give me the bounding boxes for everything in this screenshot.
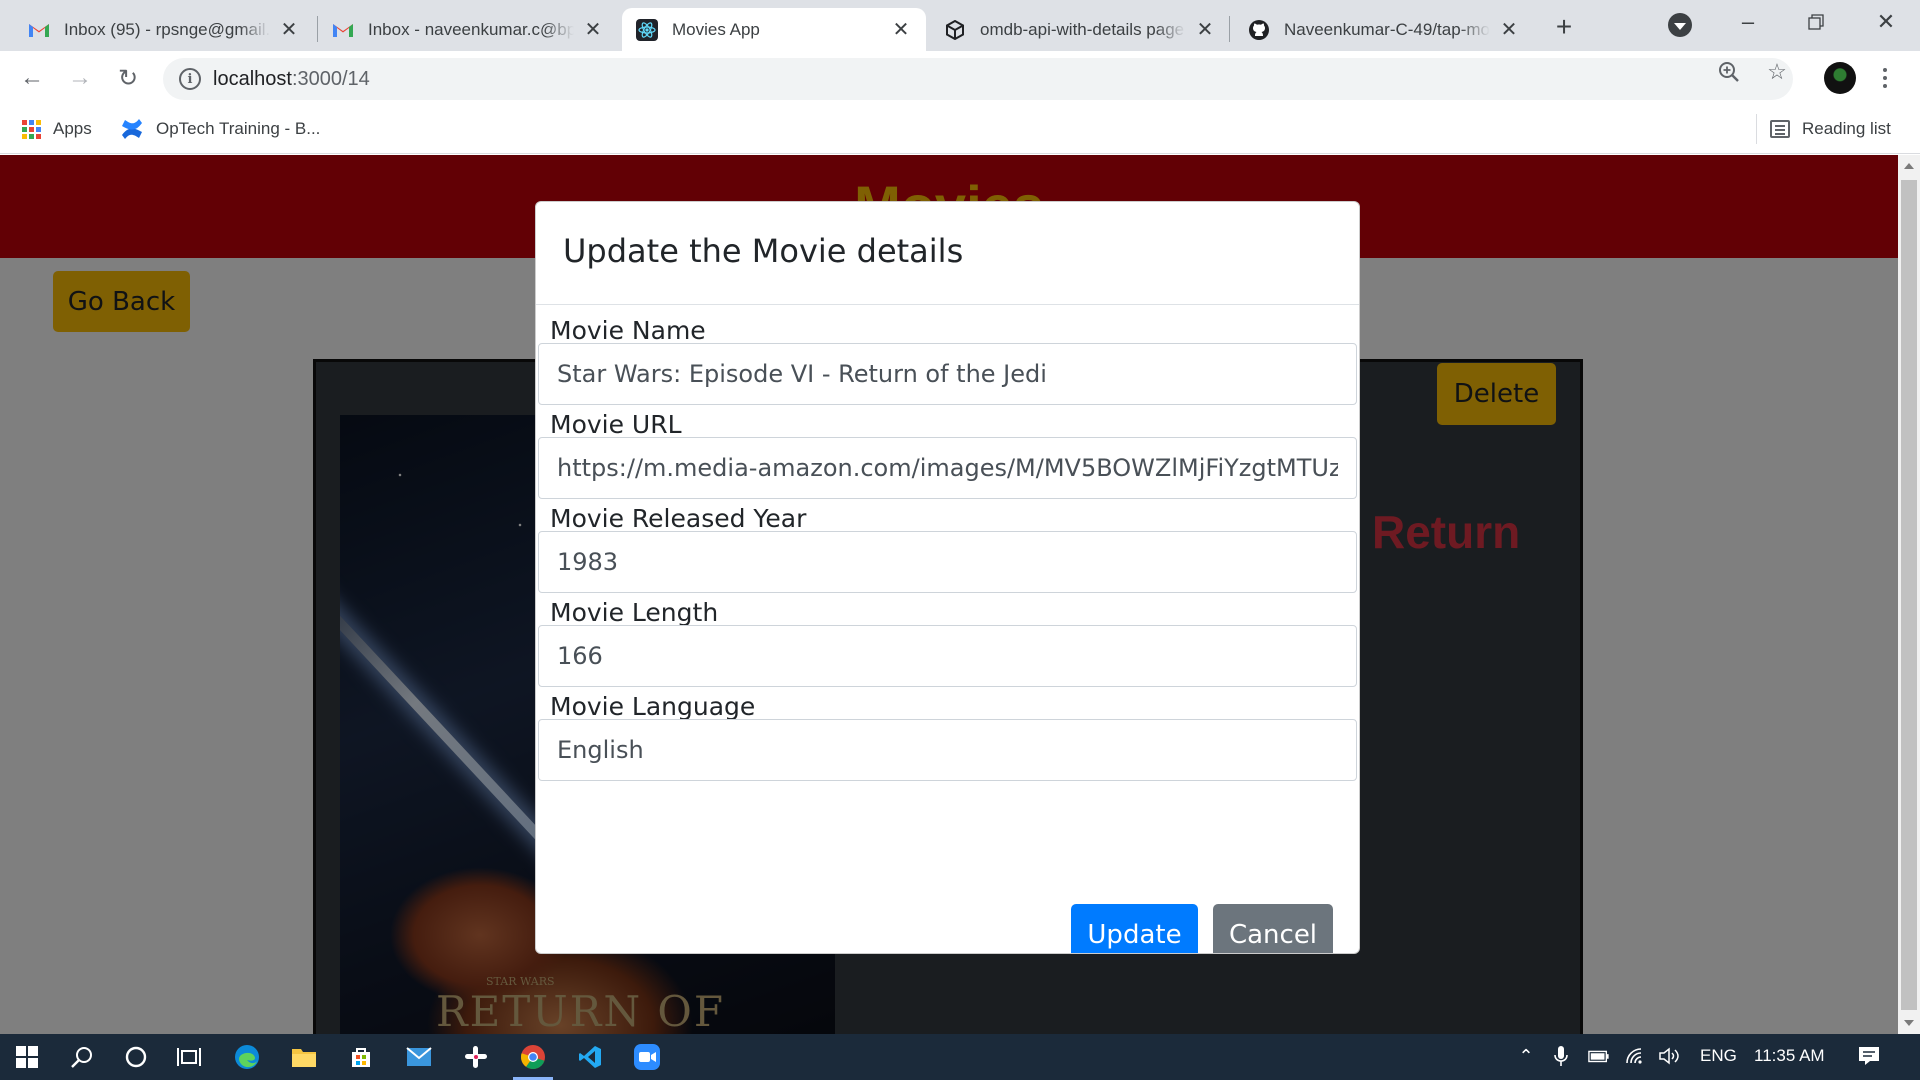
reading-list-button[interactable]: Reading list xyxy=(1770,115,1891,143)
file-explorer-icon[interactable] xyxy=(290,1043,318,1071)
menu-kebab-icon[interactable] xyxy=(1878,63,1892,93)
tab-title: Inbox - naveenkumar.c@bpmlinks.com xyxy=(368,19,574,39)
task-view-icon[interactable] xyxy=(175,1043,203,1071)
bookmark-label: OpTech Training - B... xyxy=(156,119,321,138)
page-viewport: Movies Go Back Delete STAR WARS RETURN O… xyxy=(0,155,1898,1034)
bookmarks-bar: Apps OpTech Training - B... Reading list xyxy=(0,105,1920,154)
movie-name-label: Movie Name xyxy=(550,316,706,345)
tab-title: Naveenkumar-C-49/tap-movies xyxy=(1284,19,1490,39)
mail-icon[interactable] xyxy=(405,1043,433,1071)
tab-title: Movies App xyxy=(672,19,760,39)
windows-start-icon[interactable] xyxy=(13,1043,41,1071)
movie-length-label: Movie Length xyxy=(550,598,719,627)
movie-year-label: Movie Released Year xyxy=(550,504,807,533)
bookmark-star-icon[interactable]: ☆ xyxy=(1765,59,1789,84)
clock[interactable]: 11:35 AM xyxy=(1754,1046,1825,1066)
language-indicator[interactable]: ENG xyxy=(1700,1046,1737,1066)
close-tab-icon[interactable]: ✕ xyxy=(1498,19,1520,41)
apps-grid-icon xyxy=(22,119,41,139)
battery-icon[interactable] xyxy=(1588,1045,1610,1067)
movie-language-label: Movie Language xyxy=(550,692,756,721)
notifications-icon[interactable] xyxy=(1858,1045,1880,1067)
tab-title: Inbox (95) - rpsnge@gmail.com - Gmail xyxy=(64,19,270,39)
new-tab-button[interactable]: + xyxy=(1549,11,1579,42)
tab-title: omdb-api-with-details page xyxy=(980,19,1185,39)
reading-list-icon xyxy=(1770,120,1790,138)
close-tab-icon[interactable]: ✕ xyxy=(582,19,604,41)
reload-icon[interactable]: ↻ xyxy=(113,63,143,93)
url-text: localhost:3000/14 xyxy=(213,68,370,90)
movie-language-input[interactable] xyxy=(538,719,1357,781)
bookmark-apps[interactable]: Apps xyxy=(22,115,92,143)
cortana-icon[interactable] xyxy=(122,1043,150,1071)
avatar[interactable] xyxy=(1824,62,1856,94)
windows-taskbar: ⌃ ENG 11:35 AM xyxy=(0,1034,1920,1080)
restore-icon[interactable] xyxy=(1796,8,1836,36)
bookmarks-divider xyxy=(1756,114,1757,144)
reading-list-label: Reading list xyxy=(1802,119,1891,138)
wifi-icon[interactable] xyxy=(1625,1045,1647,1067)
tab-github[interactable]: Naveenkumar-C-49/tap-movies ✕ xyxy=(1234,8,1534,51)
forward-arrow-icon[interactable]: → xyxy=(65,63,95,93)
react-icon xyxy=(636,18,658,41)
page-scrollbar[interactable] xyxy=(1898,155,1920,1034)
microphone-icon[interactable] xyxy=(1550,1045,1572,1067)
store-icon[interactable] xyxy=(347,1043,375,1071)
tab-gmail-work[interactable]: Inbox - naveenkumar.c@bpmlinks.com ✕ xyxy=(318,8,618,51)
close-window-icon[interactable]: ✕ xyxy=(1866,8,1906,36)
confluence-icon xyxy=(120,118,144,140)
browser-toolbar: ← → ↻ i localhost:3000/14 ☆ xyxy=(0,51,1920,105)
bookmark-label: Apps xyxy=(53,119,92,138)
scrollbar-thumb[interactable] xyxy=(1901,180,1917,1010)
tray-chevron-up-icon[interactable]: ⌃ xyxy=(1515,1045,1537,1067)
movie-url-label: Movie URL xyxy=(550,410,682,439)
chrome-icon[interactable] xyxy=(519,1043,547,1071)
minimize-icon[interactable]: – xyxy=(1728,8,1768,36)
gmail-icon xyxy=(28,19,50,41)
volume-icon[interactable] xyxy=(1658,1045,1680,1067)
back-arrow-icon[interactable]: ← xyxy=(17,63,47,93)
zoom-icon[interactable] xyxy=(1717,60,1741,84)
bookmark-optech[interactable]: OpTech Training - B... xyxy=(120,115,320,143)
gmail-icon xyxy=(332,19,354,41)
github-icon xyxy=(1248,19,1270,41)
slack-icon[interactable] xyxy=(462,1043,490,1071)
search-icon[interactable] xyxy=(68,1043,96,1071)
tab-strip: Inbox (95) - rpsnge@gmail.com - Gmail ✕ … xyxy=(0,0,1920,51)
address-bar[interactable]: i localhost:3000/14 xyxy=(163,58,1793,100)
movie-url-input[interactable] xyxy=(538,437,1357,499)
movie-length-input[interactable] xyxy=(538,625,1357,687)
close-tab-icon[interactable]: ✕ xyxy=(890,19,912,41)
modal-title: Update the Movie details xyxy=(563,232,964,270)
zoom-app-icon[interactable] xyxy=(633,1043,661,1071)
tab-codesandbox[interactable]: omdb-api-with-details page ✕ xyxy=(930,8,1230,51)
movie-year-input[interactable] xyxy=(538,531,1357,593)
movie-name-input[interactable] xyxy=(538,343,1357,405)
codesandbox-icon xyxy=(944,19,966,41)
scroll-down-icon[interactable] xyxy=(1904,1020,1914,1026)
tab-separator xyxy=(1229,16,1230,42)
site-info-icon[interactable]: i xyxy=(179,68,201,90)
update-movie-modal: Update the Movie details Movie Name Movi… xyxy=(535,201,1360,954)
close-tab-icon[interactable]: ✕ xyxy=(278,19,300,41)
tab-search-icon[interactable] xyxy=(1668,13,1692,37)
edge-icon[interactable] xyxy=(233,1043,261,1071)
scroll-up-icon[interactable] xyxy=(1904,163,1914,169)
vscode-icon[interactable] xyxy=(576,1043,604,1071)
cancel-button[interactable]: Cancel xyxy=(1213,904,1333,953)
close-tab-icon[interactable]: ✕ xyxy=(1194,19,1216,41)
update-button[interactable]: Update xyxy=(1071,904,1198,953)
tab-movies-app[interactable]: Movies App ✕ xyxy=(622,8,926,51)
tab-gmail-personal[interactable]: Inbox (95) - rpsnge@gmail.com - Gmail ✕ xyxy=(14,8,314,51)
modal-header: Update the Movie details xyxy=(536,202,1359,305)
